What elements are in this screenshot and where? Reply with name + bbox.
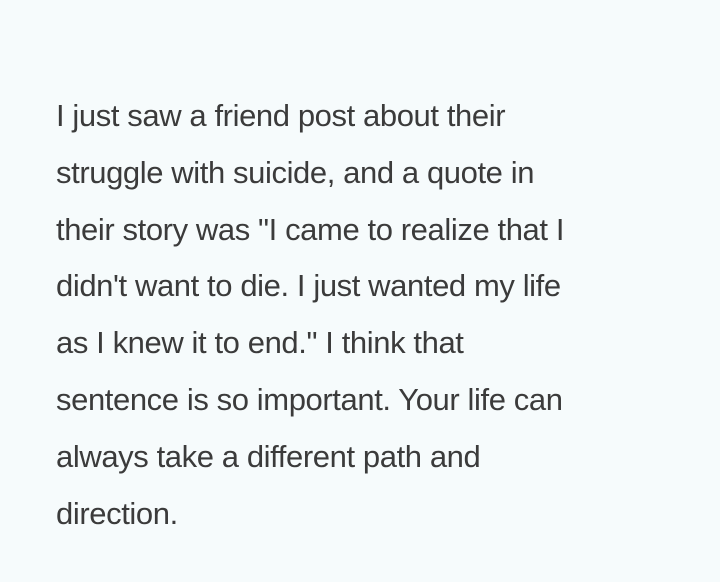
post-text-line-7: always take a different path and <box>56 438 481 474</box>
post-text-line-1: I just saw a friend post about their <box>56 98 506 133</box>
post-text-line-8: direction. <box>56 495 178 531</box>
post-text-line-2: struggle with suicide, and a quote in <box>56 154 535 190</box>
post-text-line-3: their story was "I came to realize that … <box>56 211 565 247</box>
post-text-line-4: didn't want to die. I just wanted my lif… <box>56 268 561 304</box>
post-text-line-5: as I knew it to end." I think that <box>56 325 464 361</box>
post-text-line-6: sentence is so important. Your life can <box>56 381 563 417</box>
text-post-image: I just saw a friend post about their str… <box>0 0 720 582</box>
post-text: I just saw a friend post about their str… <box>56 88 696 542</box>
